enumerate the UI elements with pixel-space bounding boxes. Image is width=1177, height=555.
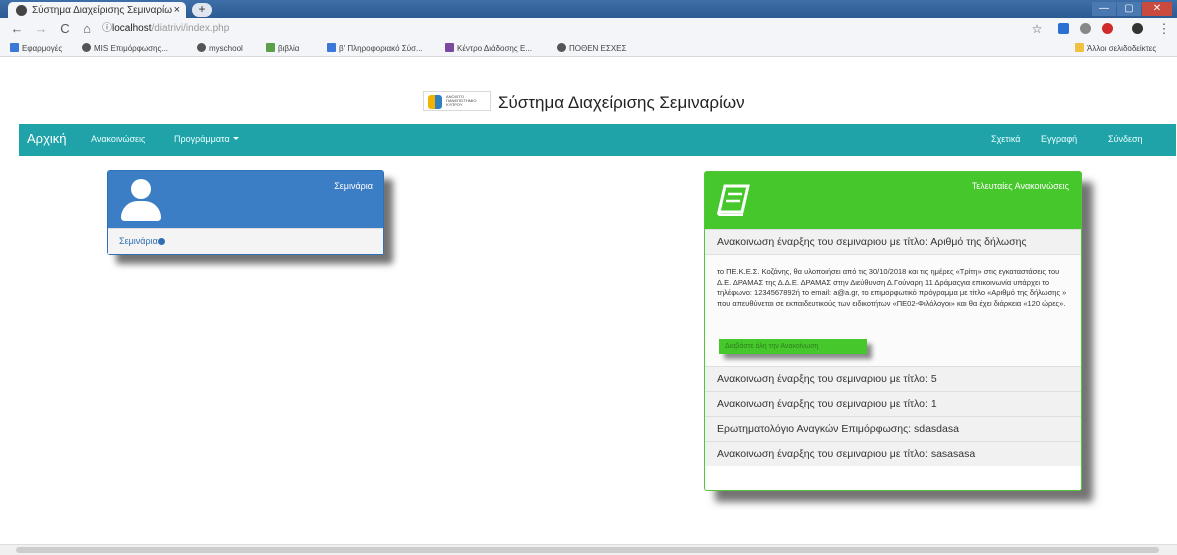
bookmark-label: Κέντρο Διάδοσης Ε... <box>457 44 532 53</box>
nav-home-link[interactable]: Αρχική <box>27 131 67 146</box>
read-full-announcement-button[interactable]: Διαβάστε όλη την Ανακοίνωση <box>719 339 867 354</box>
announcements-panel: Τελευταίες Ανακοινώσεις Ανακοινωση έναρξ… <box>704 171 1082 491</box>
site-title: Σύστημα Διαχείρισης Σεμιναρίων <box>498 93 745 112</box>
site-header: ΑΝΟΙΧΤΟ ΠΑΝΕΠΙΣΤΗΜΙΟ ΚΥΠΡΟΥ Σύστημα Διαχ… <box>402 85 786 121</box>
extension-icon[interactable] <box>1058 23 1069 34</box>
nav-programs-label: Προγράμματα <box>174 134 230 144</box>
seminars-link[interactable]: Σεμινάρια <box>119 236 158 246</box>
logo-mark-icon <box>428 95 442 109</box>
bookmark-myschool[interactable]: myschool <box>197 43 243 54</box>
other-bookmarks[interactable]: Άλλοι σελιδοδείκτες <box>1075 43 1156 54</box>
announcement-body-text: το ΠΕ.Κ.Ε.Σ. Κοζάνης, θα υλοποιήσει από … <box>717 267 1067 308</box>
bookmark-mis[interactable]: MIS Επιμόρφωσης... <box>82 43 168 54</box>
bookmark-label: Άλλοι σελιδοδείκτες <box>1087 44 1157 53</box>
bookmark-apps[interactable]: Εφαρμογές <box>10 43 62 54</box>
tab-title: Σύστημα Διαχείρισης Σεμιναρίω <box>32 5 173 16</box>
bookmark-label: βιβλία <box>278 44 300 53</box>
arrow-circle-right-icon <box>157 238 165 245</box>
address-bar-row: ← → C ⌂ ⓘ localhost/diatrivi/index.php ☆… <box>0 18 1177 40</box>
seminars-panel-label: Σεμινάρια <box>334 181 373 191</box>
bookmark-label: ΠΟΘΕΝ ΕΣΧΕΣ <box>569 44 627 53</box>
nav-programs-dropdown[interactable]: Προγράμματα <box>174 134 239 144</box>
nav-about-link[interactable]: Σχετικά <box>991 134 1020 144</box>
bookmarks-bar: Εφαρμογές MIS Επιμόρφωσης... myschool βι… <box>0 40 1177 57</box>
browser-titlebar: Σύστημα Διαχείρισης Σεμιναρίω × + — ▢ ✕ <box>0 0 1177 20</box>
minimize-button[interactable]: — <box>1092 2 1116 16</box>
announcement-item[interactable]: Ανακοινωση έναρξης του σεμιναριου με τίτ… <box>705 366 1081 391</box>
announcements-panel-label: Τελευταίες Ανακοινώσεις <box>971 181 1069 191</box>
bookmark-label: myschool <box>209 44 243 53</box>
bookmark-kentro[interactable]: Κέντρο Διάδοσης Ε... <box>445 43 532 54</box>
bookmark-label: Εφαρμογές <box>22 44 63 53</box>
user-icon <box>121 179 161 221</box>
profile-icon[interactable] <box>1132 23 1143 34</box>
site-favicon-icon <box>16 5 27 16</box>
main-navbar: Αρχική Ανακοινώσεις Προγράμματα Σχετικά … <box>19 124 1176 156</box>
url-field[interactable]: localhost/diatrivi/index.php <box>112 21 1032 37</box>
bookmark-pothen[interactable]: ΠΟΘΕΝ ΕΣΧΕΣ <box>557 43 626 54</box>
nav-login-link[interactable]: Σύνδεση <box>1108 134 1143 144</box>
back-button[interactable]: ← <box>10 21 24 37</box>
new-tab-button[interactable]: + <box>192 3 212 17</box>
bookmark-pliroforiako[interactable]: β' Πληροφοριακό Σύσ... <box>327 43 423 54</box>
seminars-panel-footer[interactable]: Σεμινάρια <box>108 228 383 254</box>
seminars-panel: Σεμινάρια Σεμινάρια <box>107 170 384 255</box>
seminars-panel-heading: Σεμινάρια <box>108 171 383 228</box>
tab-close-icon[interactable]: × <box>174 4 180 16</box>
home-button[interactable]: ⌂ <box>80 21 94 37</box>
bookmark-label: β' Πληροφοριακό Σύσ... <box>339 44 423 53</box>
nav-register-link[interactable]: Εγγραφή <box>1041 134 1077 144</box>
url-host: localhost <box>112 23 152 34</box>
reload-button[interactable]: C <box>58 21 72 37</box>
announcement-item[interactable]: Ερωτηματολόγιο Αναγκών Επιμόρφωσης: sdas… <box>705 416 1081 441</box>
book-icon <box>717 184 750 216</box>
logo-text: ΑΝΟΙΧΤΟ ΠΑΝΕΠΙΣΤΗΜΙΟ ΚΥΠΡΟΥ <box>446 94 477 107</box>
bookmark-vivlia[interactable]: βιβλία <box>266 43 299 54</box>
close-window-button[interactable]: ✕ <box>1142 2 1172 16</box>
browser-menu-icon[interactable]: ⋮ <box>1157 21 1171 37</box>
bookmark-label: MIS Επιμόρφωσης... <box>94 44 169 53</box>
announcement-item[interactable]: Ανακοινωση έναρξης του σεμιναριου με τίτ… <box>705 229 1081 254</box>
maximize-button[interactable]: ▢ <box>1117 2 1141 16</box>
announcements-panel-heading: Τελευταίες Ανακοινώσεις <box>705 172 1081 229</box>
horizontal-scrollbar[interactable] <box>0 544 1177 555</box>
announcement-body: το ΠΕ.Κ.Ε.Σ. Κοζάνης, θα υλοποιήσει από … <box>705 254 1081 366</box>
announcement-item[interactable]: Ανακοινωση έναρξης του σεμιναριου με τίτ… <box>705 441 1081 466</box>
forward-button[interactable]: → <box>34 21 48 37</box>
extension-icon[interactable] <box>1080 23 1091 34</box>
site-logo: ΑΝΟΙΧΤΟ ΠΑΝΕΠΙΣΤΗΜΙΟ ΚΥΠΡΟΥ <box>423 91 491 111</box>
announcement-item[interactable]: Ανακοινωση έναρξης του σεμιναριου με τίτ… <box>705 391 1081 416</box>
adblock-icon[interactable] <box>1102 23 1113 34</box>
url-path: /diatrivi/index.php <box>151 23 230 34</box>
nav-announcements-link[interactable]: Ανακοινώσεις <box>91 134 145 144</box>
scrollbar-thumb[interactable] <box>16 547 1159 553</box>
bookmark-star-icon[interactable]: ☆ <box>1030 21 1044 37</box>
caret-down-icon <box>232 137 239 140</box>
